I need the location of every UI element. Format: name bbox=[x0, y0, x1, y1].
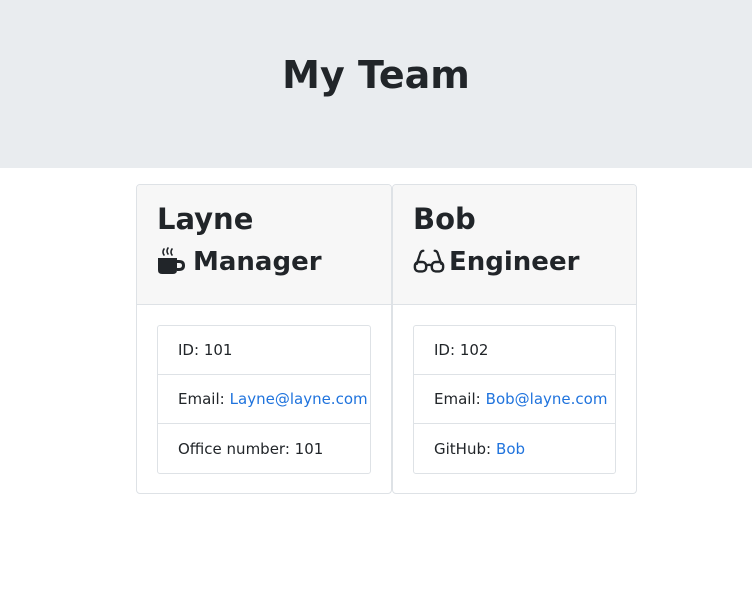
employee-name: Layne bbox=[157, 202, 254, 236]
card-header: Bob Engineer bbox=[393, 185, 636, 305]
employee-role: Engineer bbox=[413, 245, 636, 279]
github-row: GitHub: Bob bbox=[414, 424, 615, 473]
role-label: Engineer bbox=[449, 247, 580, 277]
header-banner: My Team bbox=[0, 0, 752, 168]
mug-icon bbox=[157, 245, 189, 279]
id-label: ID: bbox=[434, 341, 456, 359]
card-header: Layne Manager bbox=[137, 185, 391, 305]
employee-card-engineer: Bob Engineer ID: 102 Email: Bob@layne.co… bbox=[392, 184, 637, 494]
page-title: My Team bbox=[282, 53, 470, 97]
email-row: Email: Bob@layne.com bbox=[414, 375, 615, 424]
id-row: ID: 102 bbox=[414, 326, 615, 375]
card-body: ID: 101 Email: Layne@layne.com Office num… bbox=[137, 305, 391, 474]
id-label: ID: bbox=[178, 341, 200, 359]
office-number-value: 101 bbox=[294, 439, 324, 458]
employee-details: ID: 102 Email: Bob@layne.com GitHub: Bob bbox=[413, 325, 616, 474]
id-row: ID: 101 bbox=[158, 326, 370, 375]
card-body: ID: 102 Email: Bob@layne.com GitHub: Bob bbox=[393, 305, 636, 474]
email-label: Email: bbox=[434, 390, 481, 408]
id-value: 102 bbox=[459, 341, 489, 359]
id-value: 101 bbox=[203, 341, 233, 359]
github-link[interactable]: Bob bbox=[496, 440, 525, 458]
github-label: GitHub: bbox=[434, 439, 492, 458]
employee-name: Bob bbox=[413, 202, 476, 236]
office-number-label: Office number: bbox=[178, 439, 290, 458]
employee-role: Manager bbox=[157, 245, 391, 279]
office-number-row: Office number: 101 bbox=[158, 424, 370, 473]
email-label: Email: bbox=[178, 390, 225, 408]
employee-card-manager: Layne Manager ID: 101 Email: Layne@layne… bbox=[136, 184, 392, 494]
role-label: Manager bbox=[193, 247, 322, 277]
email-link[interactable]: Layne@layne.com bbox=[230, 390, 368, 408]
glasses-icon bbox=[413, 245, 445, 279]
employee-details: ID: 101 Email: Layne@layne.com Office num… bbox=[157, 325, 371, 474]
email-link[interactable]: Bob@layne.com bbox=[486, 390, 608, 408]
email-row: Email: Layne@layne.com bbox=[158, 375, 370, 424]
